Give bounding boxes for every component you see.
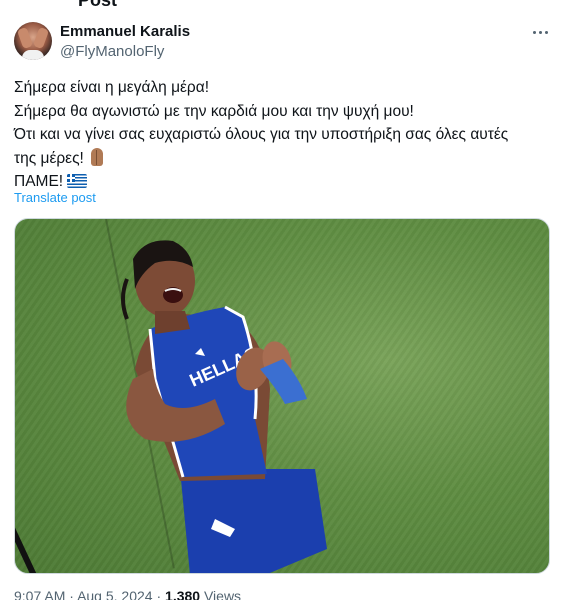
- author-name[interactable]: Emmanuel Karalis: [60, 23, 190, 40]
- tweet-line: Ότι και να γίνει σας ευχαριστώ όλους για…: [14, 126, 509, 143]
- header-fragment-text: Post: [78, 0, 117, 8]
- translate-post-link[interactable]: Translate post: [14, 190, 96, 205]
- more-horizontal-icon[interactable]: [528, 22, 552, 42]
- tweet-header: Emmanuel Karalis @FlyManoloFly: [14, 20, 554, 64]
- tweet-line: Σήμερα θα αγωνιστώ με την καρδιά μου και…: [14, 102, 414, 120]
- greece-flag-emoji-icon: [67, 174, 88, 188]
- tweet-text: Σήμερα είναι η μεγάλη μέρα! Σήμερα θα αγ…: [14, 76, 554, 194]
- athlete-figure: HELLAS: [121, 240, 327, 573]
- tweet-footer: 9:07 AM · Aug 5, 2024 · 1,380 Views: [14, 588, 241, 600]
- header-fragment: Post: [0, 0, 564, 8]
- tweet-line: ΠΑΜΕ!: [14, 173, 64, 190]
- tweet-line: Σήμερα είναι η μεγάλη μέρα!: [14, 79, 210, 96]
- author-handle[interactable]: @FlyManoloFly: [60, 43, 164, 60]
- tweet-time[interactable]: 9:07 AM: [14, 588, 65, 600]
- views-label: Views: [203, 588, 242, 600]
- tweet-media-photo[interactable]: HELLAS: [14, 218, 550, 574]
- views-count: 1,380: [165, 588, 201, 600]
- tweet-line: της μέρες!: [14, 149, 84, 167]
- folded-hands-emoji-icon: [88, 147, 106, 166]
- tweet-date[interactable]: Aug 5, 2024: [77, 588, 153, 600]
- avatar[interactable]: [14, 22, 52, 60]
